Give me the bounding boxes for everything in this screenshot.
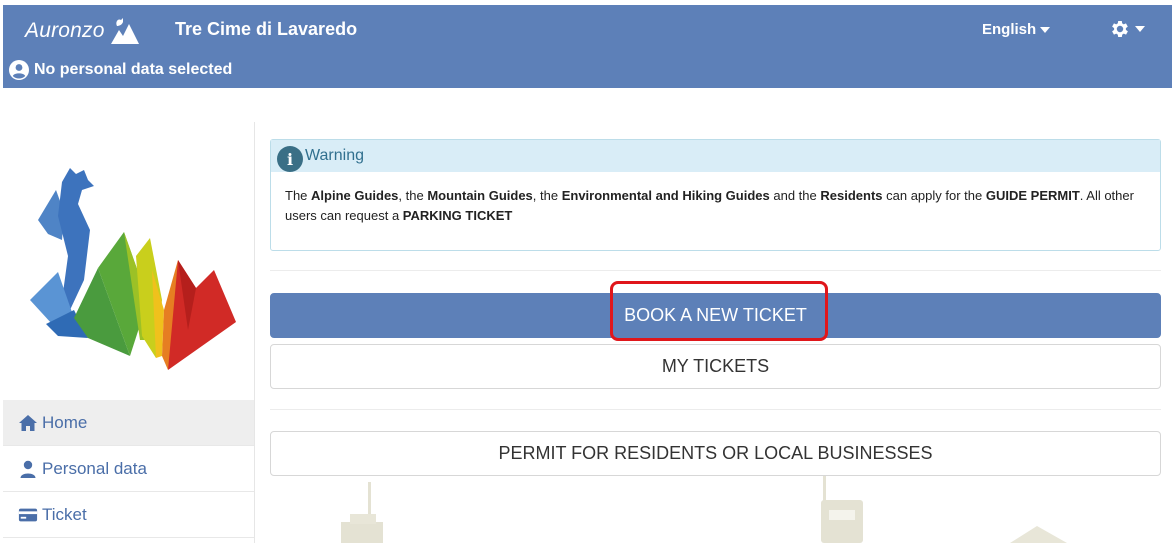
- warning-panel: i Warning The Alpine Guides, the Mountai…: [270, 139, 1161, 251]
- mountain-logo-icon: [110, 18, 139, 44]
- sidebar-nav: Home Personal data Ticket: [3, 400, 254, 538]
- warning-title: Warning: [305, 147, 364, 164]
- warning-text: can apply for the: [882, 188, 986, 203]
- settings-dropdown[interactable]: [1109, 18, 1145, 40]
- warning-text-bold: Residents: [820, 188, 883, 203]
- user-status: No personal data selected: [9, 60, 232, 80]
- top-header: Auronzo Tre Cime di Lavaredo English No …: [3, 5, 1172, 88]
- brand-name: Auronzo: [25, 19, 105, 42]
- user-icon: [20, 460, 36, 478]
- dolomites-rooster-logo: [30, 168, 236, 370]
- warning-text-bold: Mountain Guides: [427, 188, 533, 203]
- chevron-down-icon: [1040, 27, 1051, 34]
- warning-message: The Alpine Guides, the Mountain Guides, …: [271, 172, 1160, 226]
- user-circle-icon: [9, 60, 29, 80]
- sidebar-item-personal-data[interactable]: Personal data: [3, 446, 254, 492]
- warning-text-bold: Alpine Guides: [311, 188, 399, 203]
- sidebar-item-label: Personal data: [42, 458, 147, 478]
- chevron-down-icon: [1135, 26, 1145, 32]
- warning-text-bold: PARKING TICKET: [402, 208, 513, 223]
- warning-text: and the: [769, 188, 821, 203]
- sidebar-item-ticket[interactable]: Ticket: [3, 492, 254, 538]
- warning-text-bold: GUIDE PERMIT: [985, 188, 1080, 203]
- book-new-ticket-button[interactable]: BOOK A NEW TICKET: [270, 293, 1161, 338]
- site-title: Tre Cime di Lavaredo: [175, 19, 358, 39]
- section-divider: [270, 270, 1161, 271]
- home-icon: [19, 414, 37, 431]
- gear-icon: [1112, 21, 1128, 37]
- section-divider: [270, 409, 1161, 410]
- language-dropdown[interactable]: English: [982, 21, 1051, 38]
- credit-card-icon: [18, 508, 38, 521]
- sidebar-item-label: Home: [42, 412, 88, 432]
- background-illustration: [341, 476, 1067, 543]
- my-tickets-button[interactable]: MY TICKETS: [270, 344, 1161, 389]
- warning-text: , the: [398, 188, 428, 203]
- brand-logo[interactable]: Auronzo: [25, 16, 141, 46]
- user-status-text: No personal data selected: [34, 61, 233, 78]
- warning-text: The: [285, 188, 312, 203]
- sidebar-item-home[interactable]: Home: [3, 400, 254, 446]
- info-icon: i: [277, 146, 303, 172]
- warning-header: i Warning: [271, 140, 1160, 172]
- app-window: Auronzo Tre Cime di Lavaredo English No …: [0, 0, 1175, 543]
- sidebar-item-label: Ticket: [42, 504, 87, 524]
- warning-text-bold: Environmental and Hiking Guides: [561, 188, 770, 203]
- warning-text: , the: [532, 188, 562, 203]
- language-label: English: [982, 21, 1037, 38]
